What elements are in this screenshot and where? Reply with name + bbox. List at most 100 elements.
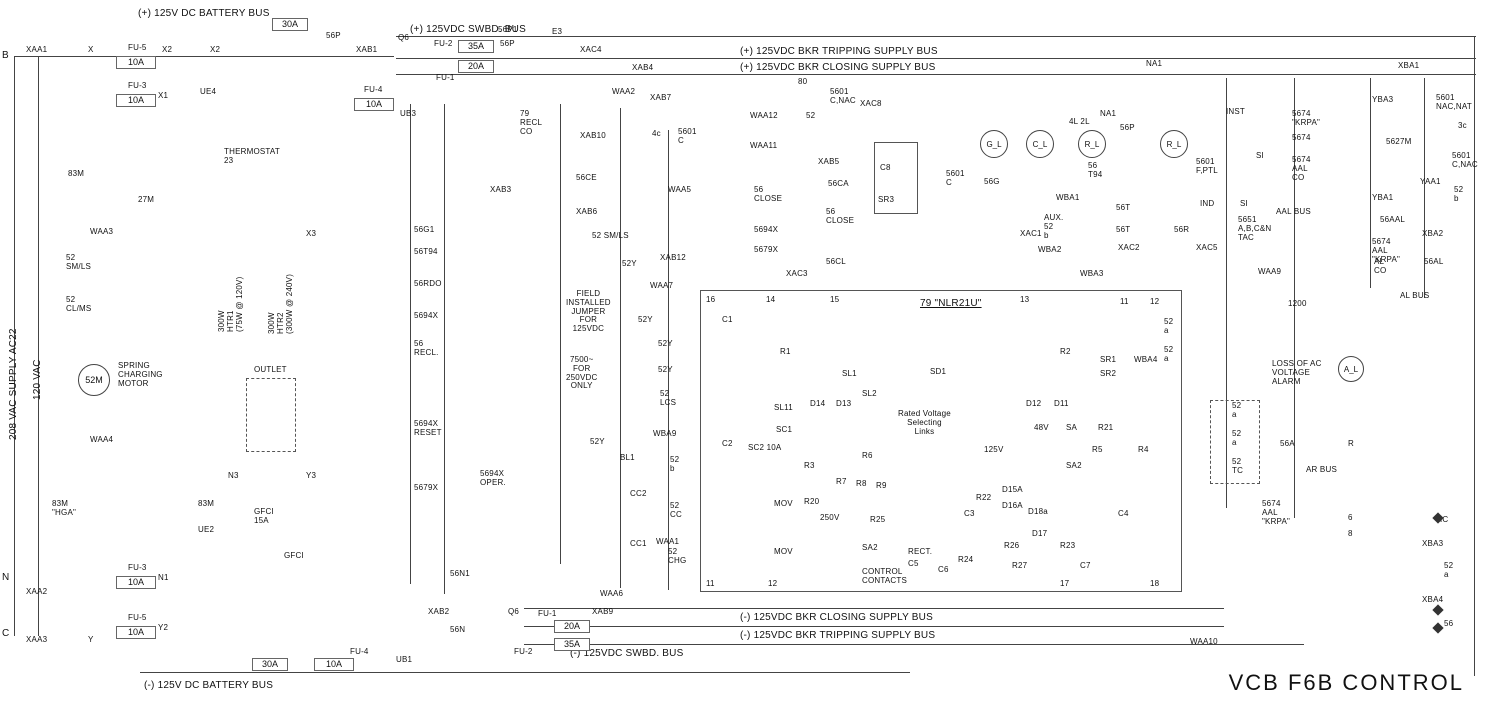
n4c: 4c [652,130,661,139]
fu1-top: 20A [458,60,494,73]
d52a1: 52 a [1232,402,1241,420]
motor-label: SPRING CHARGING MOTOR [118,362,163,388]
r56r: 56R [1174,226,1189,235]
v250: 250V [820,514,839,523]
node-n: N [2,572,9,583]
line [396,74,1476,75]
c2: C2 [722,440,733,449]
sl11: SL11 [774,404,793,413]
ind: IND [1200,200,1214,209]
line [1294,78,1295,518]
r56p: 56P [1120,124,1135,133]
node-x3: X3 [306,230,316,239]
r20: R20 [804,498,819,507]
batt-fuse-top: 30A [272,18,308,31]
yba3: YBA3 [1372,96,1393,105]
lamp-rl1: R_L [1078,130,1106,158]
r5651: 5651 A,B,C&N TAC [1238,216,1271,242]
r1200: 1200 [1288,300,1307,309]
r56al: 56AL [1424,258,1443,267]
d18: D18a [1028,508,1048,517]
sa: SA [1066,424,1077,433]
ac208-label: 208 VAC SUPPLY AC22 [8,328,19,440]
si1: SI [1240,200,1248,209]
node-x2b: X2 [210,46,220,55]
p12b: 12 [768,580,777,589]
waa5: WAA5 [668,186,691,195]
waa10: WAA10 [1190,638,1218,647]
line [1474,36,1475,676]
xba1: XBA1 [1398,62,1419,71]
r52y3: 52Y [658,340,673,349]
xab6: XAB6 [576,208,597,217]
fu2-top: 35A [458,40,494,53]
node-x: X [88,46,94,55]
c5601c2: 5601 C [946,170,965,188]
fu1-bot: 20A [554,620,590,633]
line [1370,78,1371,288]
56p1: 56P1 [498,26,517,35]
yba1: YBA1 [1372,194,1393,203]
p14: 14 [766,296,775,305]
outlet: OUTLET [254,366,287,375]
bus-close-pos: (+) 125VDC BKR CLOSING SUPPLY BUS [740,62,935,73]
gfci-rating: GFCI 15A [254,508,274,526]
fu1-top-name: FU-1 [436,74,455,83]
r52aP2: 52 a [1164,346,1173,364]
v125: 125V [984,446,1003,455]
d52tc: 52 TC [1232,458,1243,476]
line [668,130,669,590]
node-n1: N1 [158,574,169,583]
waa9: WAA9 [1258,268,1281,277]
xac4: XAC4 [580,46,602,55]
line [14,56,394,57]
r56g: 56G [984,178,1000,187]
fu3-top-name: FU-3 [128,82,147,91]
r23: R23 [1060,542,1075,551]
node-y3: Y3 [306,472,316,481]
xba2: XBA2 [1422,230,1443,239]
r79: 79 RECL CO [520,110,542,136]
r5627m: 5627M [1386,138,1411,147]
c4: C4 [1118,510,1129,519]
fu5-bot-name: FU-5 [128,614,147,623]
d11: D11 [1054,400,1069,409]
lamp-rl2: R_L [1160,130,1188,158]
c5694xr: 5694X RESET [414,420,442,438]
xab9: XAB9 [592,608,613,617]
c5601c: 5601 C [678,128,697,146]
c56n: 56N [450,626,465,635]
jumper-note: 7500~ FOR 250VDC ONLY [566,356,597,391]
c5601fptl: 5601 F,PTL [1196,158,1218,176]
node-y: Y [88,636,94,645]
fu3-bot: 10A [116,576,156,589]
r56t: 56T [1116,204,1130,213]
xab2: XAB2 [428,608,449,617]
bus-dc-batt-neg: (-) 125V DC BATTERY BUS [144,680,273,691]
waa2: WAA2 [612,88,635,97]
nlr21u-frame [700,290,1182,592]
batt-fuse-bot: 30A [252,658,288,671]
wba4: WBA4 [1134,356,1157,365]
c5694x: 5694X [754,226,778,235]
node-c: C [2,628,9,639]
sc1: SC1 [776,426,792,435]
motor-52m: 52M [78,364,110,396]
aal5674: 5674 AAL CO [1292,156,1311,182]
fu2-top-name: FU-2 [434,40,453,49]
fu4-bot: 10A [314,658,354,671]
diamond-icon [1432,622,1443,633]
si2: SI [1256,152,1264,161]
sr3: SR3 [878,196,894,205]
htr1: 300W HTR1 (75W @ 120V) [218,277,244,332]
node-y2: Y2 [158,624,168,633]
c56t94: 56T94 [414,248,438,257]
waa4: WAA4 [90,436,113,445]
fu1-bot-name: FU-1 [538,610,557,619]
xaa3: XAA3 [26,636,47,645]
r27: R27 [1012,562,1027,571]
r7: R7 [836,478,847,487]
c1: C1 [722,316,733,325]
r6: R6 [862,452,873,461]
d14: D14 [810,400,825,409]
